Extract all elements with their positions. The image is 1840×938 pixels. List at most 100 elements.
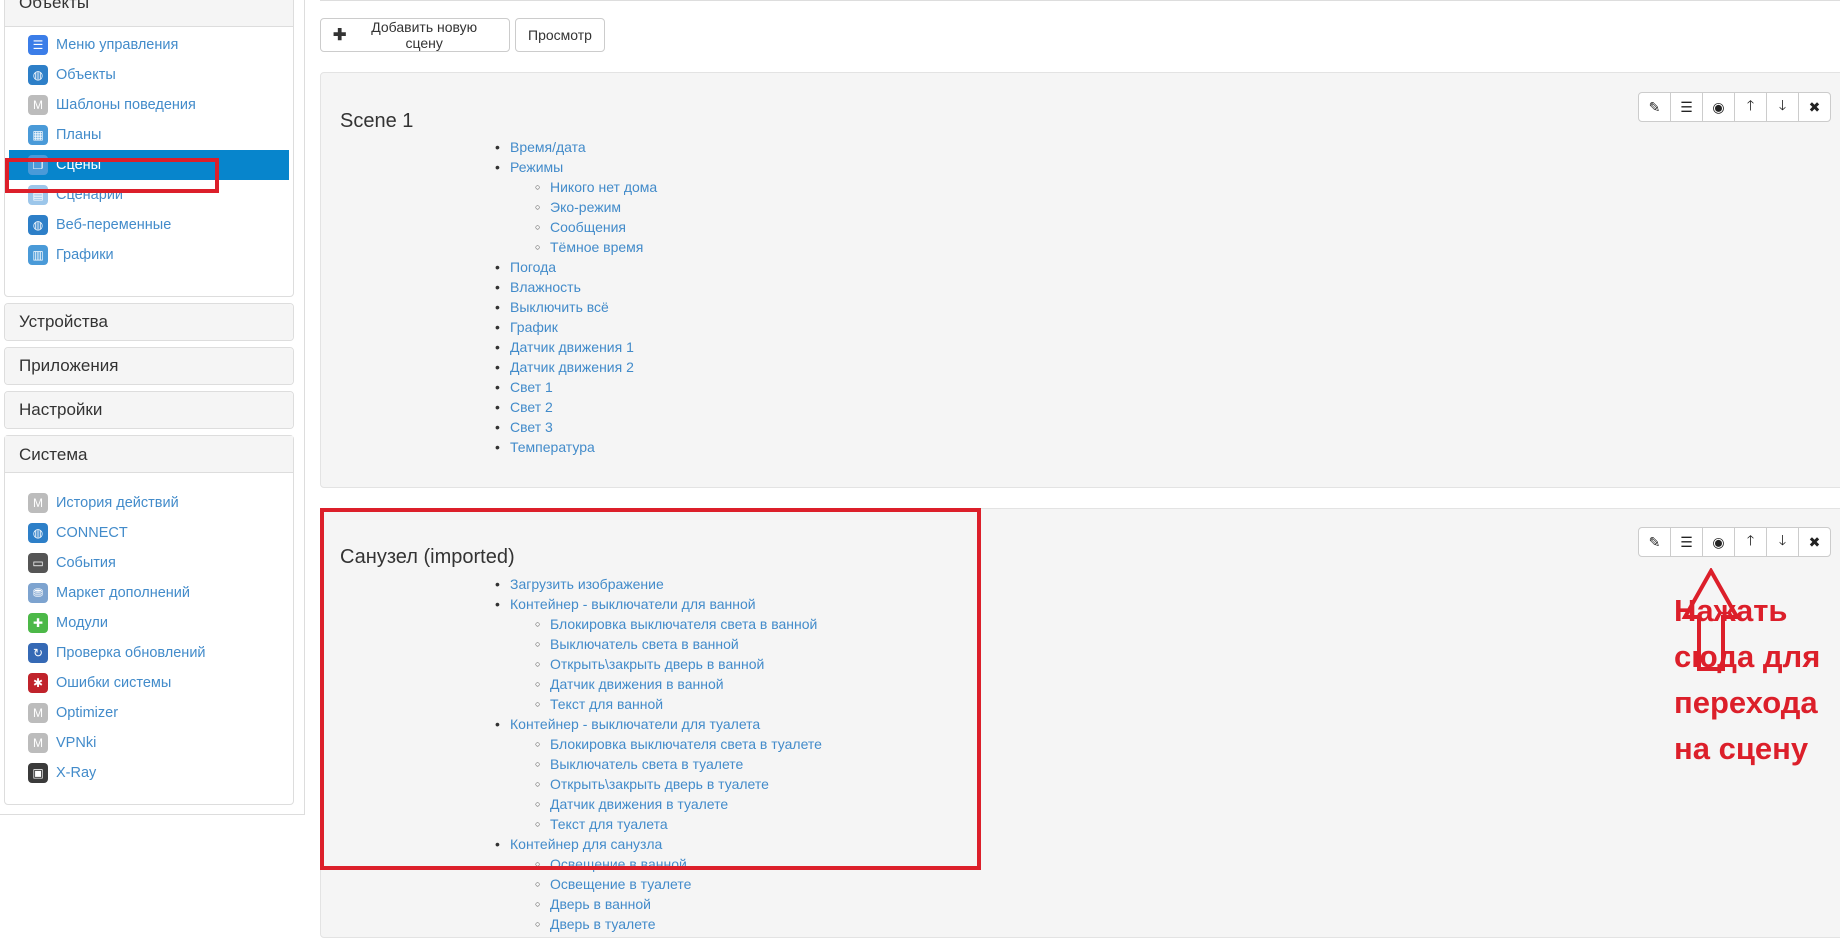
tree-item-link[interactable]: Блокировка выключателя света в ванной — [497, 614, 822, 634]
sidebar-item[interactable]: M История действий — [9, 488, 289, 518]
sidebar-item[interactable]: ✚ Модули — [9, 608, 289, 638]
tree-item-link[interactable]: Свет 1 — [495, 377, 657, 397]
update-icon: ↻ — [28, 643, 48, 663]
module-icon: M — [28, 95, 48, 115]
web-globe-icon: ◍ — [28, 215, 48, 235]
sidebar-item-label: CONNECT — [56, 525, 128, 541]
delete-button[interactable]: ✖ — [1798, 92, 1831, 122]
sidebar-item[interactable]: ▭ События — [9, 548, 289, 578]
tree-item-link[interactable]: Датчик движения в туалете — [497, 794, 822, 814]
sidebar-item[interactable]: ◍ CONNECT — [9, 518, 289, 548]
tree-item-link[interactable]: Никого нет дома — [497, 177, 657, 197]
add-scene-button[interactable]: ✚ Добавить новую сцену — [320, 18, 510, 52]
objects-panel-heading[interactable]: Объекты — [5, 0, 293, 27]
list-button[interactable]: ☰ — [1670, 92, 1703, 122]
sidebar-item[interactable]: ✱ Ошибки системы — [9, 668, 289, 698]
tree-item-link[interactable]: Открыть\закрыть дверь в туалете — [497, 774, 822, 794]
tree-item-link[interactable]: Контейнер - выключатели для ванной — [495, 594, 822, 614]
settings-panel-heading[interactable]: Настройки — [5, 392, 293, 428]
tree-item-link[interactable]: Свет 3 — [495, 417, 657, 437]
system-panel: Система M История действий ◍ CONNECT ▭ Событи… — [4, 435, 294, 805]
view-button[interactable]: ◉ — [1702, 92, 1735, 122]
pencil-icon: ✎ — [1648, 533, 1661, 550]
eye-icon: ◉ — [1712, 533, 1725, 550]
sidebar-item[interactable]: ☰ Меню управления — [9, 30, 289, 60]
annotation-line-2: перехода на сцену — [1674, 685, 1818, 766]
sidebar-item-label: История действий — [56, 495, 179, 511]
sidebar-item[interactable]: ▤ Сценарии — [9, 180, 289, 210]
bug-icon: ✱ — [28, 673, 48, 693]
tree-item-link[interactable]: Сообщения — [497, 217, 657, 237]
edit-button[interactable]: ✎ — [1638, 527, 1671, 557]
tree-item-link[interactable]: Контейнер для санузла — [495, 834, 822, 854]
tree-item-link[interactable]: Открыть\закрыть дверь в ванной — [497, 654, 822, 674]
tree-item-link[interactable]: Дверь в туалете — [497, 914, 822, 934]
menu-icon: ☰ — [28, 35, 48, 55]
objects-nav-list: ☰ Меню управления ◍ Объекты M Шаблоны поведен… — [5, 30, 293, 270]
apps-panel-heading[interactable]: Приложения — [5, 348, 293, 384]
tree-item-link[interactable]: График — [495, 317, 657, 337]
view-button[interactable]: ◉ — [1702, 527, 1735, 557]
annotation-line-1: Нажать сюда для — [1674, 593, 1821, 674]
tree-item-link[interactable]: Выключатель света в туалете — [497, 754, 822, 774]
tree-item-link[interactable]: Датчик движения 2 — [495, 357, 657, 377]
main-content: ✚ Добавить новую сцену Просмотр Scene 1 … — [320, 0, 1840, 938]
tree-item-link[interactable]: Тёмное время — [497, 237, 657, 257]
sidebar-item[interactable]: M Шаблоны поведения — [9, 90, 289, 120]
tree-item-link[interactable]: Погода — [495, 257, 657, 277]
sidebar-item[interactable]: ▣ X-Ray — [9, 758, 289, 788]
scene-card: Санузел (imported) Загрузить изображение… — [320, 508, 1840, 938]
arrow-up-icon: 🡑 — [1746, 532, 1755, 548]
tree-item-link[interactable]: Текст для ванной — [497, 694, 822, 714]
tree-item-link[interactable]: Влажность — [495, 277, 657, 297]
apps-panel: Приложения — [4, 347, 294, 385]
system-panel-heading[interactable]: Система — [5, 436, 293, 473]
module-icon: M — [28, 493, 48, 513]
tree-item-link[interactable]: Температура — [495, 437, 657, 457]
sidebar-item[interactable]: ↻ Проверка обновлений — [9, 638, 289, 668]
arrow-down-icon: 🡓 — [1778, 97, 1787, 113]
sidebar-item[interactable]: ⛃ Маркет дополнений — [9, 578, 289, 608]
list-button[interactable]: ☰ — [1670, 527, 1703, 557]
tree-item-link[interactable]: Режимы — [495, 157, 657, 177]
move-down-button[interactable]: 🡓 — [1766, 527, 1799, 557]
edit-button[interactable]: ✎ — [1638, 92, 1671, 122]
tree-item-link[interactable]: Загрузить изображение — [495, 574, 822, 594]
sidebar-item[interactable]: ◍ Объекты — [9, 60, 289, 90]
scene-toolbar: ✎ ☰ ◉ 🡑 🡓 ✖ — [1638, 92, 1831, 122]
preview-label: Просмотр — [528, 27, 592, 43]
sidebar-item[interactable]: ❐ Сцены — [9, 150, 289, 180]
tree-item-link[interactable]: Свет 2 — [495, 397, 657, 417]
sidebar-item[interactable]: ▦ Планы — [9, 120, 289, 150]
move-up-button[interactable]: 🡑 — [1734, 92, 1767, 122]
tree-item-link[interactable]: Текст для туалета — [497, 814, 822, 834]
tree-item-link[interactable]: Время/дата — [495, 137, 657, 157]
scene-card: Scene 1 Время/датаРежимыНикого нет домаЭ… — [320, 72, 1840, 488]
tree-item-link[interactable]: Выключатель света в ванной — [497, 634, 822, 654]
sidebar-item[interactable]: ▥ Графики — [9, 240, 289, 270]
move-up-button[interactable]: 🡑 — [1734, 527, 1767, 557]
scene-title: Санузел (imported) — [340, 546, 515, 568]
eye-icon: ◉ — [1712, 98, 1725, 115]
tree-item-link[interactable]: Эко-режим — [497, 197, 657, 217]
sidebar-item[interactable]: M VPNki — [9, 728, 289, 758]
preview-button[interactable]: Просмотр — [515, 18, 605, 52]
tree-item-link[interactable]: Контейнер - выключатели для туалета — [495, 714, 822, 734]
sidebar-item-label: Optimizer — [56, 705, 119, 721]
move-down-button[interactable]: 🡓 — [1766, 92, 1799, 122]
sidebar-item[interactable]: ◍ Веб-переменные — [9, 210, 289, 240]
delete-button[interactable]: ✖ — [1798, 527, 1831, 557]
laptop-icon: ▭ — [28, 553, 48, 573]
tree-item-link[interactable]: Выключить всё — [495, 297, 657, 317]
tree-item-link[interactable]: Датчик движения 1 — [495, 337, 657, 357]
tree-item-link[interactable]: Дверь в ванной — [497, 894, 822, 914]
tree-item-link[interactable]: Освещение в ванной — [497, 854, 822, 874]
tree-item-link[interactable]: Освещение в туалете — [497, 874, 822, 894]
tree-item-link[interactable]: Датчик движения в ванной — [497, 674, 822, 694]
sidebar-item[interactable]: M Optimizer — [9, 698, 289, 728]
devices-panel: Устройства — [4, 303, 294, 341]
sidebar-item-label: Шаблоны поведения — [56, 97, 196, 113]
list-icon: ☰ — [1680, 533, 1693, 550]
devices-panel-heading[interactable]: Устройства — [5, 304, 293, 340]
tree-item-link[interactable]: Блокировка выключателя света в туалете — [497, 734, 822, 754]
